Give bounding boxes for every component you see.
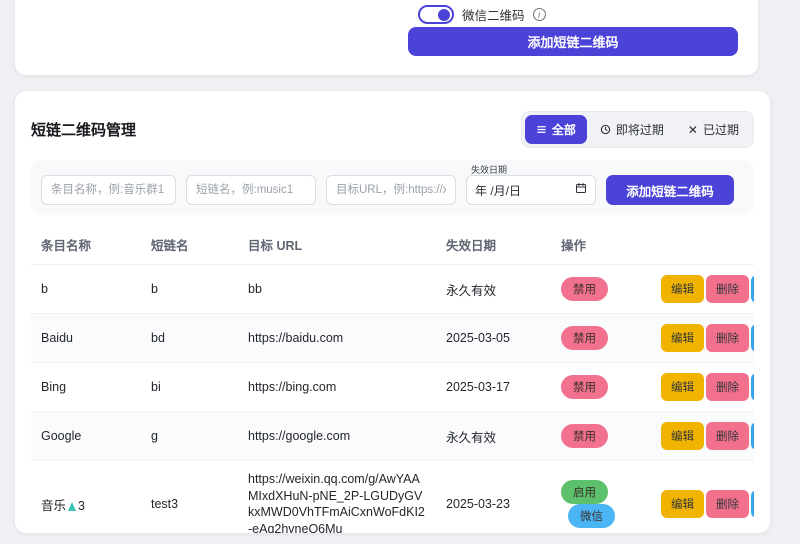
filter-all-label: 全部: [552, 121, 576, 138]
wechat-toggle-label: 微信二维码: [462, 5, 525, 24]
x-icon: ✕: [688, 123, 698, 137]
cell-target-url: bb: [238, 265, 436, 314]
status-badge-danger[interactable]: 禁用: [561, 375, 608, 399]
edit-button[interactable]: 编辑: [661, 275, 704, 303]
column-header-empty: [651, 223, 754, 265]
cell-status: 禁用: [551, 363, 651, 412]
status-badge-danger[interactable]: 禁用: [561, 277, 608, 301]
cell-slug: g: [141, 412, 238, 461]
page-title: 短链二维码管理: [31, 119, 136, 140]
column-header: 目标 URL: [238, 223, 436, 265]
edit-button[interactable]: 编辑: [661, 373, 704, 401]
delete-button[interactable]: 删除: [706, 422, 749, 450]
clock-icon: [600, 124, 611, 135]
status-badge-danger[interactable]: 禁用: [561, 424, 608, 448]
cell-actions: 编辑删除二维码: [651, 461, 754, 535]
wechat-toggle-row: 微信二维码 i: [418, 5, 546, 24]
cell-status: 禁用: [551, 314, 651, 363]
cell-expire-date: 2025-03-05: [436, 314, 551, 363]
add-shortlink-qr-button[interactable]: 添加短链二维码: [606, 175, 734, 205]
cell-entry-name: Bing: [31, 363, 141, 412]
calendar-icon[interactable]: [575, 181, 587, 199]
status-filter-group: 全部 即将过期 ✕ 已过期: [521, 111, 754, 148]
cell-entry-name: Baidu: [31, 314, 141, 363]
qr-create-card: 微信二维码 i 添加短链二维码: [14, 0, 759, 76]
shortlinks-table: 条目名称短链名目标 URL失效日期操作 bbbb永久有效禁用编辑删除二维码Bai…: [31, 223, 754, 534]
tree-emoji-icon: [68, 502, 76, 511]
cell-actions: 编辑删除二维码: [651, 314, 754, 363]
toggle-knob-icon: [438, 9, 450, 21]
qr-button[interactable]: 二维码: [751, 324, 754, 352]
status-badge-success[interactable]: 启用: [561, 480, 608, 504]
cell-actions: 编辑删除二维码: [651, 265, 754, 314]
table-body: bbbb永久有效禁用编辑删除二维码Baidubdhttps://baidu.co…: [31, 265, 754, 535]
edit-button[interactable]: 编辑: [661, 324, 704, 352]
cell-target-url: https://bing.com: [238, 363, 436, 412]
cell-expire-date: 2025-03-17: [436, 363, 551, 412]
column-header: 短链名: [141, 223, 238, 265]
cell-entry-name: b: [31, 265, 141, 314]
status-badge-danger[interactable]: 禁用: [561, 326, 608, 350]
edit-button[interactable]: 编辑: [661, 490, 704, 518]
column-header: 条目名称: [31, 223, 141, 265]
table-row: Baidubdhttps://baidu.com2025-03-05 禁用 编辑删除…: [31, 314, 754, 363]
delete-button[interactable]: 删除: [706, 373, 749, 401]
column-header: 操作: [551, 223, 651, 265]
expire-date-value: 年 /月/日: [475, 182, 575, 199]
cell-expire-date: 永久有效: [436, 265, 551, 314]
table-row: bbbb永久有效禁用编辑删除二维码: [31, 265, 754, 314]
cell-status: 禁用: [551, 412, 651, 461]
cell-expire-date: 永久有效: [436, 412, 551, 461]
delete-button[interactable]: 删除: [706, 275, 749, 303]
qr-button[interactable]: 二维码: [751, 373, 754, 401]
table-row: Googleghttps://google.com永久有效禁用 编辑删除二维码: [31, 412, 754, 461]
search-panel: 失效日期 年 /月/日 添加短链二维码: [31, 160, 754, 215]
slug-input[interactable]: [186, 175, 316, 205]
filter-expired-label: 已过期: [703, 121, 739, 138]
column-header: 失效日期: [436, 223, 551, 265]
entry-name-input[interactable]: [41, 175, 176, 205]
cell-slug: bi: [141, 363, 238, 412]
table-row: Bingbihttps://bing.com2025-03-17 禁用 编辑删除二维…: [31, 363, 754, 412]
cell-slug: b: [141, 265, 238, 314]
expire-date-field[interactable]: 失效日期 年 /月/日: [466, 175, 596, 205]
shortlink-manager-card: 短链二维码管理 全部 即将过期 ✕ 已过期 失效日: [14, 90, 771, 534]
filter-expired-button[interactable]: ✕ 已过期: [677, 115, 750, 144]
cell-status: 禁用: [551, 265, 651, 314]
edit-button[interactable]: 编辑: [661, 422, 704, 450]
cell-actions: 编辑删除二维码: [651, 412, 754, 461]
filter-expiring-button[interactable]: 即将过期: [589, 115, 675, 144]
table-viewport: 条目名称短链名目标 URL失效日期操作 bbbb永久有效禁用编辑删除二维码Bai…: [31, 223, 754, 534]
delete-button[interactable]: 删除: [706, 324, 749, 352]
add-shortlink-qr-button-top[interactable]: 添加短链二维码: [408, 27, 738, 56]
qr-button[interactable]: 二维码: [751, 275, 754, 303]
filter-all-button[interactable]: 全部: [525, 115, 587, 144]
cell-slug: test3: [141, 461, 238, 535]
qr-button[interactable]: 二维码: [751, 422, 754, 450]
cell-expire-date: 2025-03-23: [436, 461, 551, 535]
cell-target-url: https://google.com: [238, 412, 436, 461]
cell-target-url: https://weixin.qq.com/g/AwYAAMIxdXHuN-pN…: [238, 461, 436, 535]
cell-actions: 编辑删除二维码: [651, 363, 754, 412]
wechat-qr-toggle[interactable]: [418, 5, 454, 24]
cell-slug: bd: [141, 314, 238, 363]
card-header: 短链二维码管理 全部 即将过期 ✕ 已过期: [31, 111, 754, 148]
status-badge-wechat[interactable]: 微信: [568, 504, 615, 528]
filter-expiring-label: 即将过期: [616, 121, 664, 138]
list-icon: [536, 124, 547, 135]
cell-entry-name: Google: [31, 412, 141, 461]
target-url-input[interactable]: [326, 175, 456, 205]
qr-button[interactable]: 二维码: [751, 490, 754, 518]
table-row: 音乐3test3https://weixin.qq.com/g/AwYAAMIx…: [31, 461, 754, 535]
cell-entry-name: 音乐3: [31, 461, 141, 535]
delete-button[interactable]: 删除: [706, 490, 749, 518]
expire-date-label: 失效日期: [471, 163, 507, 176]
cell-status: 启用微信: [551, 461, 651, 535]
info-icon[interactable]: i: [533, 8, 546, 21]
table-head-row: 条目名称短链名目标 URL失效日期操作: [31, 223, 754, 265]
cell-target-url: https://baidu.com: [238, 314, 436, 363]
